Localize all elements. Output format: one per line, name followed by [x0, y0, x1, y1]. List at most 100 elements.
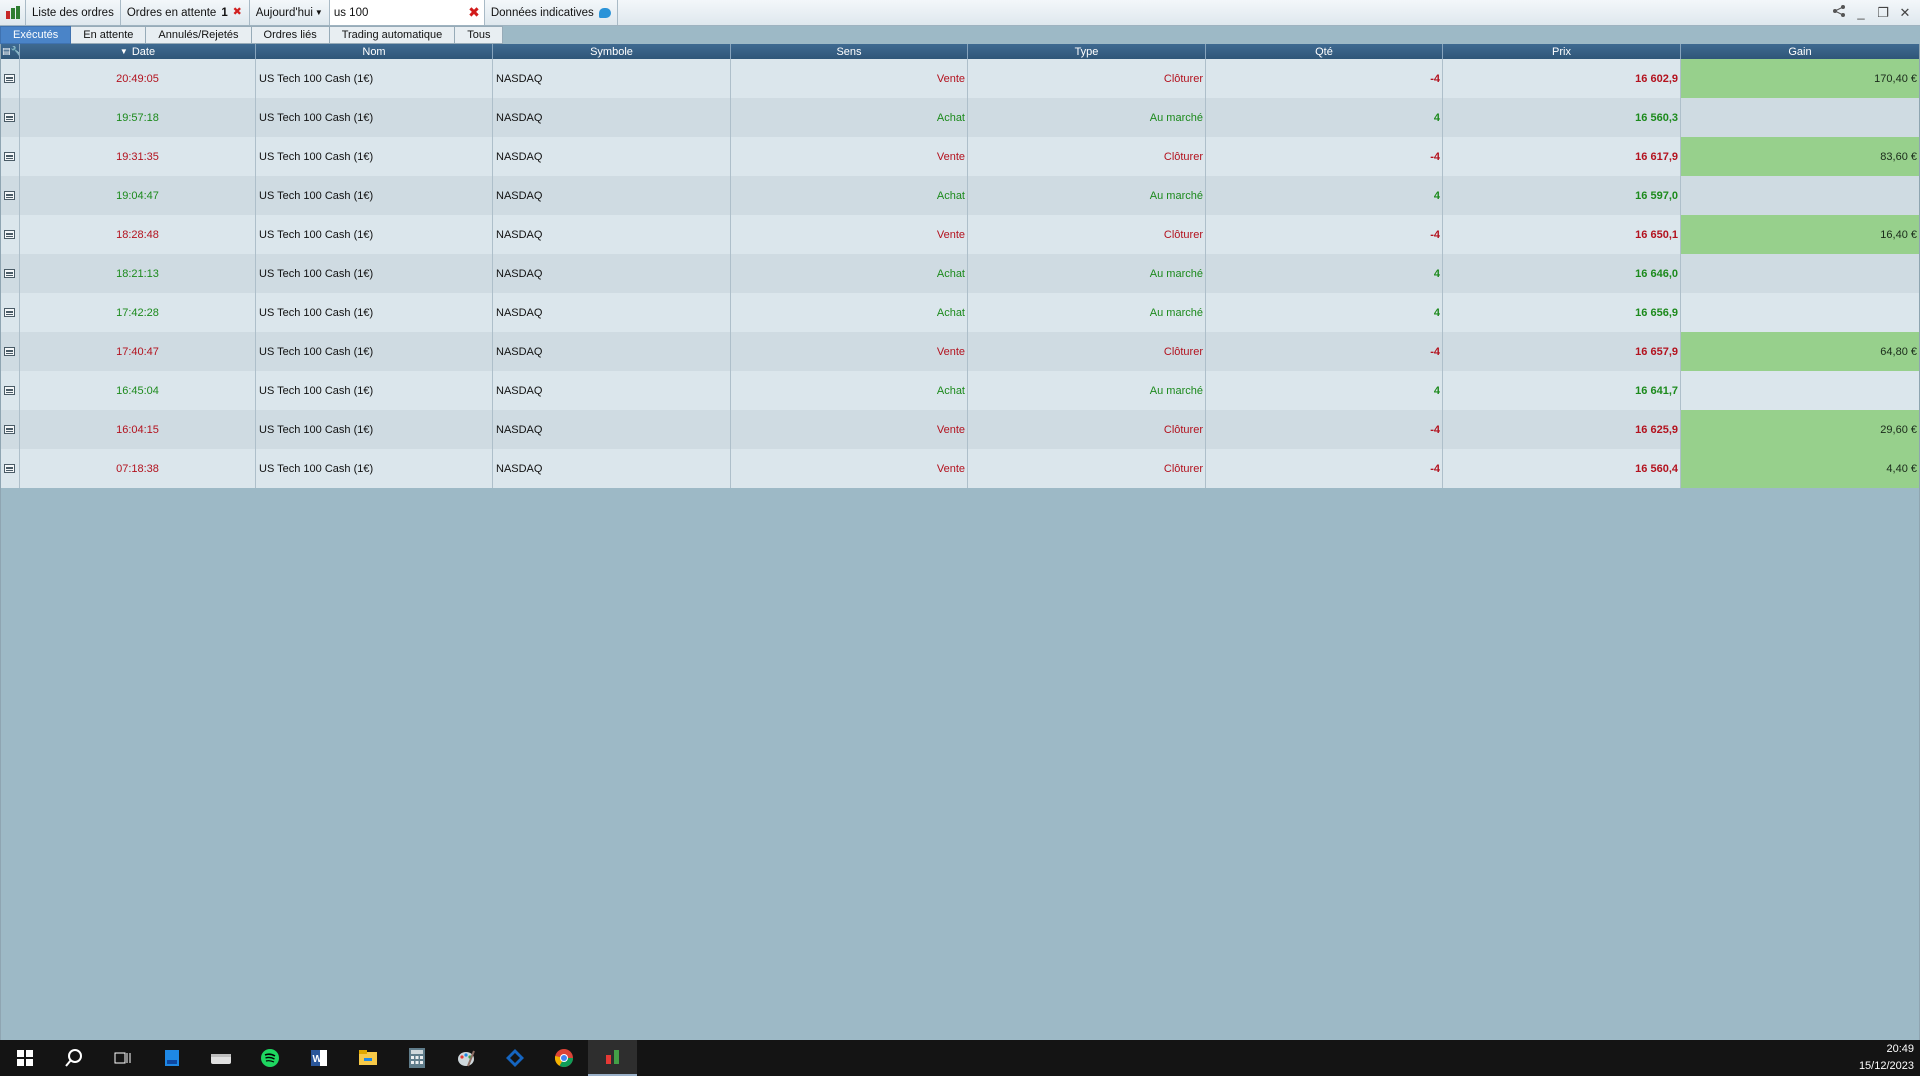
search-icon[interactable] — [49, 1040, 98, 1076]
order-details-icon[interactable] — [4, 269, 15, 278]
row-details-cell[interactable] — [0, 332, 20, 371]
indicative-data-button[interactable]: Données indicatives — [485, 0, 618, 25]
search-box: ✖ — [329, 0, 485, 25]
windows-start-icon[interactable] — [0, 1040, 49, 1076]
table-row[interactable]: 07:18:38 US Tech 100 Cash (1€) NASDAQ Vente… — [0, 449, 1920, 488]
spotify-icon[interactable] — [245, 1040, 294, 1076]
order-details-icon[interactable] — [4, 425, 15, 434]
order-status-tabs: Exécutés En attente Annulés/Rejetés Ordr… — [0, 26, 1920, 44]
close-pending-icon[interactable]: ✖ — [232, 7, 243, 18]
word-icon[interactable]: W — [294, 1040, 343, 1076]
orders-list-tab[interactable]: Liste des ordres — [26, 0, 121, 25]
tab-pending[interactable]: En attente — [71, 26, 147, 44]
task-view-icon[interactable] — [98, 1040, 147, 1076]
order-details-icon[interactable] — [4, 230, 15, 239]
restore-icon[interactable]: ❐ — [1876, 5, 1890, 21]
order-details-icon[interactable] — [4, 191, 15, 200]
store-icon[interactable] — [147, 1040, 196, 1076]
cell-price: 16 650,1 — [1443, 215, 1681, 254]
cell-name: US Tech 100 Cash (1€) — [256, 254, 493, 293]
cell-gain — [1681, 254, 1920, 293]
col-gain-label: Gain — [1788, 45, 1812, 58]
col-gain[interactable]: Gain — [1681, 44, 1920, 59]
col-price[interactable]: Prix — [1443, 44, 1681, 59]
pending-orders-tab[interactable]: Ordres en attente 1 ✖ — [121, 0, 250, 25]
table-row[interactable]: 18:28:48 US Tech 100 Cash (1€) NASDAQ Vente… — [0, 215, 1920, 254]
col-symbol[interactable]: Symbole — [493, 44, 731, 59]
order-details-icon[interactable] — [4, 113, 15, 122]
tab-executed[interactable]: Exécutés — [0, 26, 72, 44]
app-logo-icon[interactable] — [0, 0, 26, 25]
cell-side: Vente — [731, 59, 968, 98]
row-details-cell[interactable] — [0, 371, 20, 410]
cell-symbol: NASDAQ — [493, 332, 731, 371]
cell-qty: -4 — [1206, 449, 1443, 488]
chrome-icon[interactable] — [539, 1040, 588, 1076]
col-qty[interactable]: Qté — [1206, 44, 1443, 59]
table-row[interactable]: 17:42:28 US Tech 100 Cash (1€) NASDAQ Achat… — [0, 293, 1920, 332]
cell-side: Achat — [731, 254, 968, 293]
table-row[interactable]: 19:31:35 US Tech 100 Cash (1€) NASDAQ Vente… — [0, 137, 1920, 176]
cell-qty: -4 — [1206, 137, 1443, 176]
windows-taskbar: W 20:49 15/12/2023 — [0, 1040, 1920, 1076]
cell-name: US Tech 100 Cash (1€) — [256, 410, 493, 449]
col-type[interactable]: Type — [968, 44, 1206, 59]
table-row[interactable]: 16:04:15 US Tech 100 Cash (1€) NASDAQ Vente… — [0, 410, 1920, 449]
share-icon[interactable] — [1832, 5, 1846, 20]
table-row[interactable]: 19:57:18 US Tech 100 Cash (1€) NASDAQ Achat… — [0, 98, 1920, 137]
cell-symbol: NASDAQ — [493, 254, 731, 293]
cell-time: 19:31:35 — [20, 137, 256, 176]
tab-cancelled-rejected[interactable]: Annulés/Rejetés — [146, 26, 252, 44]
paint-icon[interactable] — [441, 1040, 490, 1076]
row-details-cell[interactable] — [0, 293, 20, 332]
trading-app-icon[interactable] — [588, 1040, 637, 1076]
col-name[interactable]: Nom — [256, 44, 493, 59]
cell-type: Clôturer — [968, 215, 1206, 254]
order-details-icon[interactable] — [4, 464, 15, 473]
cell-time: 18:28:48 — [20, 215, 256, 254]
tab-auto-trading[interactable]: Trading automatique — [329, 26, 456, 44]
row-details-cell[interactable] — [0, 215, 20, 254]
order-details-icon[interactable] — [4, 74, 15, 83]
cell-gain: 170,40 € — [1681, 59, 1920, 98]
row-details-cell[interactable] — [0, 410, 20, 449]
minimize-icon[interactable]: _ — [1854, 5, 1868, 20]
columns-icon[interactable]: ▤ — [2, 46, 11, 57]
cell-time: 20:49:05 — [20, 59, 256, 98]
system-clock[interactable]: 20:49 15/12/2023 — [1859, 1041, 1920, 1075]
order-details-icon[interactable] — [4, 347, 15, 356]
row-details-cell[interactable] — [0, 59, 20, 98]
tab-linked-orders[interactable]: Ordres liés — [251, 26, 330, 44]
col-price-label: Prix — [1552, 45, 1571, 58]
table-row[interactable]: 16:45:04 US Tech 100 Cash (1€) NASDAQ Achat… — [0, 371, 1920, 410]
files-icon[interactable] — [196, 1040, 245, 1076]
tab-all[interactable]: Tous — [455, 26, 504, 44]
order-details-icon[interactable] — [4, 308, 15, 317]
wrench-icon[interactable]: 🔧 — [11, 46, 19, 57]
cell-name: US Tech 100 Cash (1€) — [256, 449, 493, 488]
explorer-icon[interactable] — [343, 1040, 392, 1076]
row-details-cell[interactable] — [0, 98, 20, 137]
search-input[interactable] — [333, 6, 459, 19]
sort-desc-icon: ▼ — [119, 47, 128, 56]
order-details-icon[interactable] — [4, 152, 15, 161]
row-details-cell[interactable] — [0, 176, 20, 215]
calculator-icon[interactable] — [392, 1040, 441, 1076]
table-row[interactable]: 17:40:47 US Tech 100 Cash (1€) NASDAQ Vente… — [0, 332, 1920, 371]
table-row[interactable]: 18:21:13 US Tech 100 Cash (1€) NASDAQ Achat… — [0, 254, 1920, 293]
row-details-cell[interactable] — [0, 137, 20, 176]
vscode-icon[interactable] — [490, 1040, 539, 1076]
col-side[interactable]: Sens — [731, 44, 968, 59]
cell-qty: -4 — [1206, 410, 1443, 449]
cell-price: 16 657,9 — [1443, 332, 1681, 371]
close-icon[interactable]: ✕ — [1898, 5, 1912, 21]
row-details-cell[interactable] — [0, 254, 20, 293]
cell-qty: -4 — [1206, 332, 1443, 371]
table-row[interactable]: 19:04:47 US Tech 100 Cash (1€) NASDAQ Achat… — [0, 176, 1920, 215]
clear-search-icon[interactable]: ✖ — [468, 4, 480, 21]
order-details-icon[interactable] — [4, 386, 15, 395]
row-details-cell[interactable] — [0, 449, 20, 488]
period-dropdown[interactable]: Aujourd'hui ▼ — [250, 0, 330, 25]
table-row[interactable]: 20:49:05 US Tech 100 Cash (1€) NASDAQ Vente… — [0, 59, 1920, 98]
col-date[interactable]: ▼ Date — [20, 44, 256, 59]
